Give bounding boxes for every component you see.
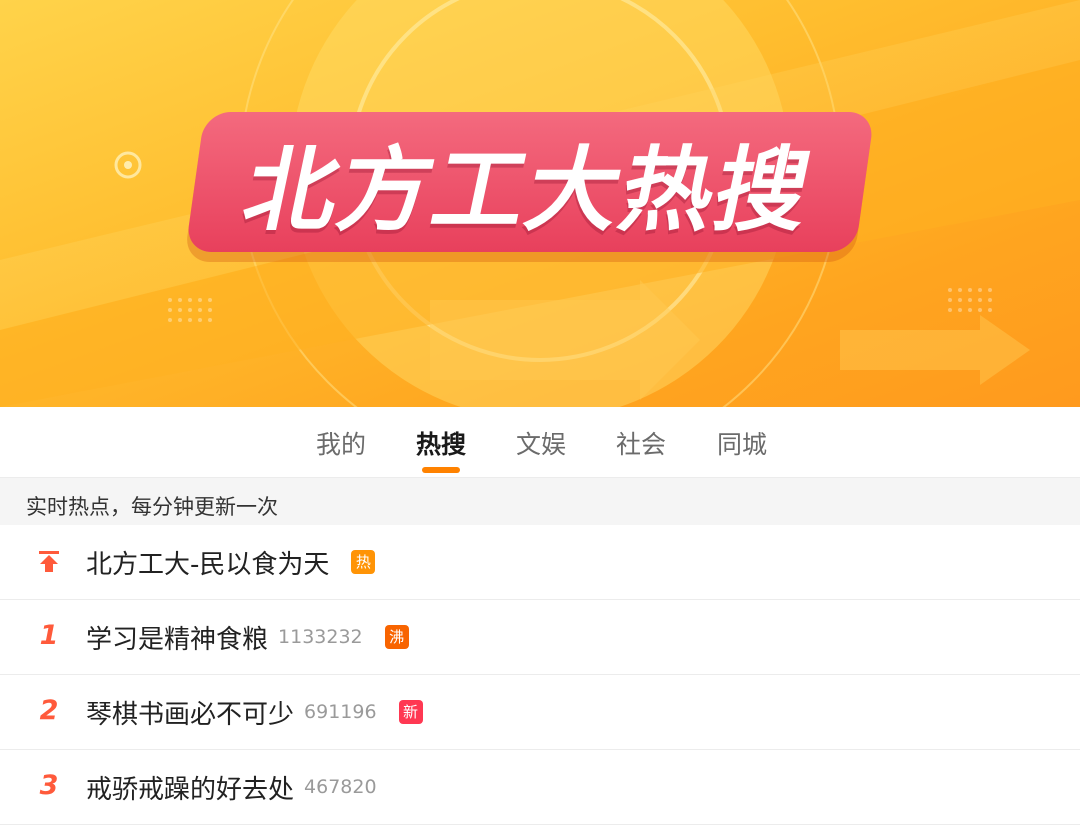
realtime-info-strip: 实时热点，每分钟更新一次 bbox=[0, 477, 1080, 527]
hot-badge: 热 bbox=[351, 550, 376, 574]
list-item-count: 467820 bbox=[304, 776, 377, 798]
tab-mine[interactable]: 我的 bbox=[301, 425, 381, 461]
banner: 北方工大热搜 bbox=[0, 0, 1080, 407]
tab-local[interactable]: 同城 bbox=[702, 425, 782, 461]
boiling-badge: 沸 bbox=[384, 625, 409, 649]
list-item-title: 戒骄戒躁的好去处 bbox=[86, 774, 295, 805]
list-item[interactable]: 1 学习是精神食粮 1133232 沸 bbox=[0, 600, 1080, 675]
realtime-info-text: 实时热点，每分钟更新一次 bbox=[26, 495, 278, 519]
tab-society[interactable]: 社会 bbox=[601, 425, 681, 461]
tab-bar: 我的 热搜 文娱 社会 同城 bbox=[0, 407, 1080, 477]
tab-entertainment[interactable]: 文娱 bbox=[501, 425, 581, 461]
list-item-rank: 2 bbox=[39, 695, 59, 726]
list-item-title: 学习是精神食粮 bbox=[86, 624, 269, 655]
tab-hot-search[interactable]: 热搜 bbox=[401, 425, 481, 461]
list-item-rank: 1 bbox=[39, 620, 59, 651]
new-badge: 新 bbox=[398, 700, 423, 724]
list-item-title: 北方工大-民以食为天 bbox=[86, 549, 330, 580]
banner-title-plate: 北方工大热搜 bbox=[185, 112, 875, 252]
hot-search-list: 北方工大-民以食为天 热 1 学习是精神食粮 1133232 沸 2 琴棋书画必… bbox=[0, 525, 1080, 825]
list-item[interactable]: 2 琴棋书画必不可少 691196 新 bbox=[0, 675, 1080, 750]
list-item-count: 1133232 bbox=[278, 626, 363, 648]
list-item-rank: 3 bbox=[39, 770, 59, 801]
banner-title: 北方工大热搜 bbox=[235, 136, 822, 244]
list-item[interactable]: 3 戒骄戒躁的好去处 467820 bbox=[0, 750, 1080, 825]
list-item[interactable]: 北方工大-民以食为天 热 bbox=[0, 525, 1080, 600]
list-item-title: 琴棋书画必不可少 bbox=[86, 699, 295, 730]
list-item-count: 691196 bbox=[304, 701, 377, 723]
active-tab-indicator bbox=[422, 467, 460, 473]
